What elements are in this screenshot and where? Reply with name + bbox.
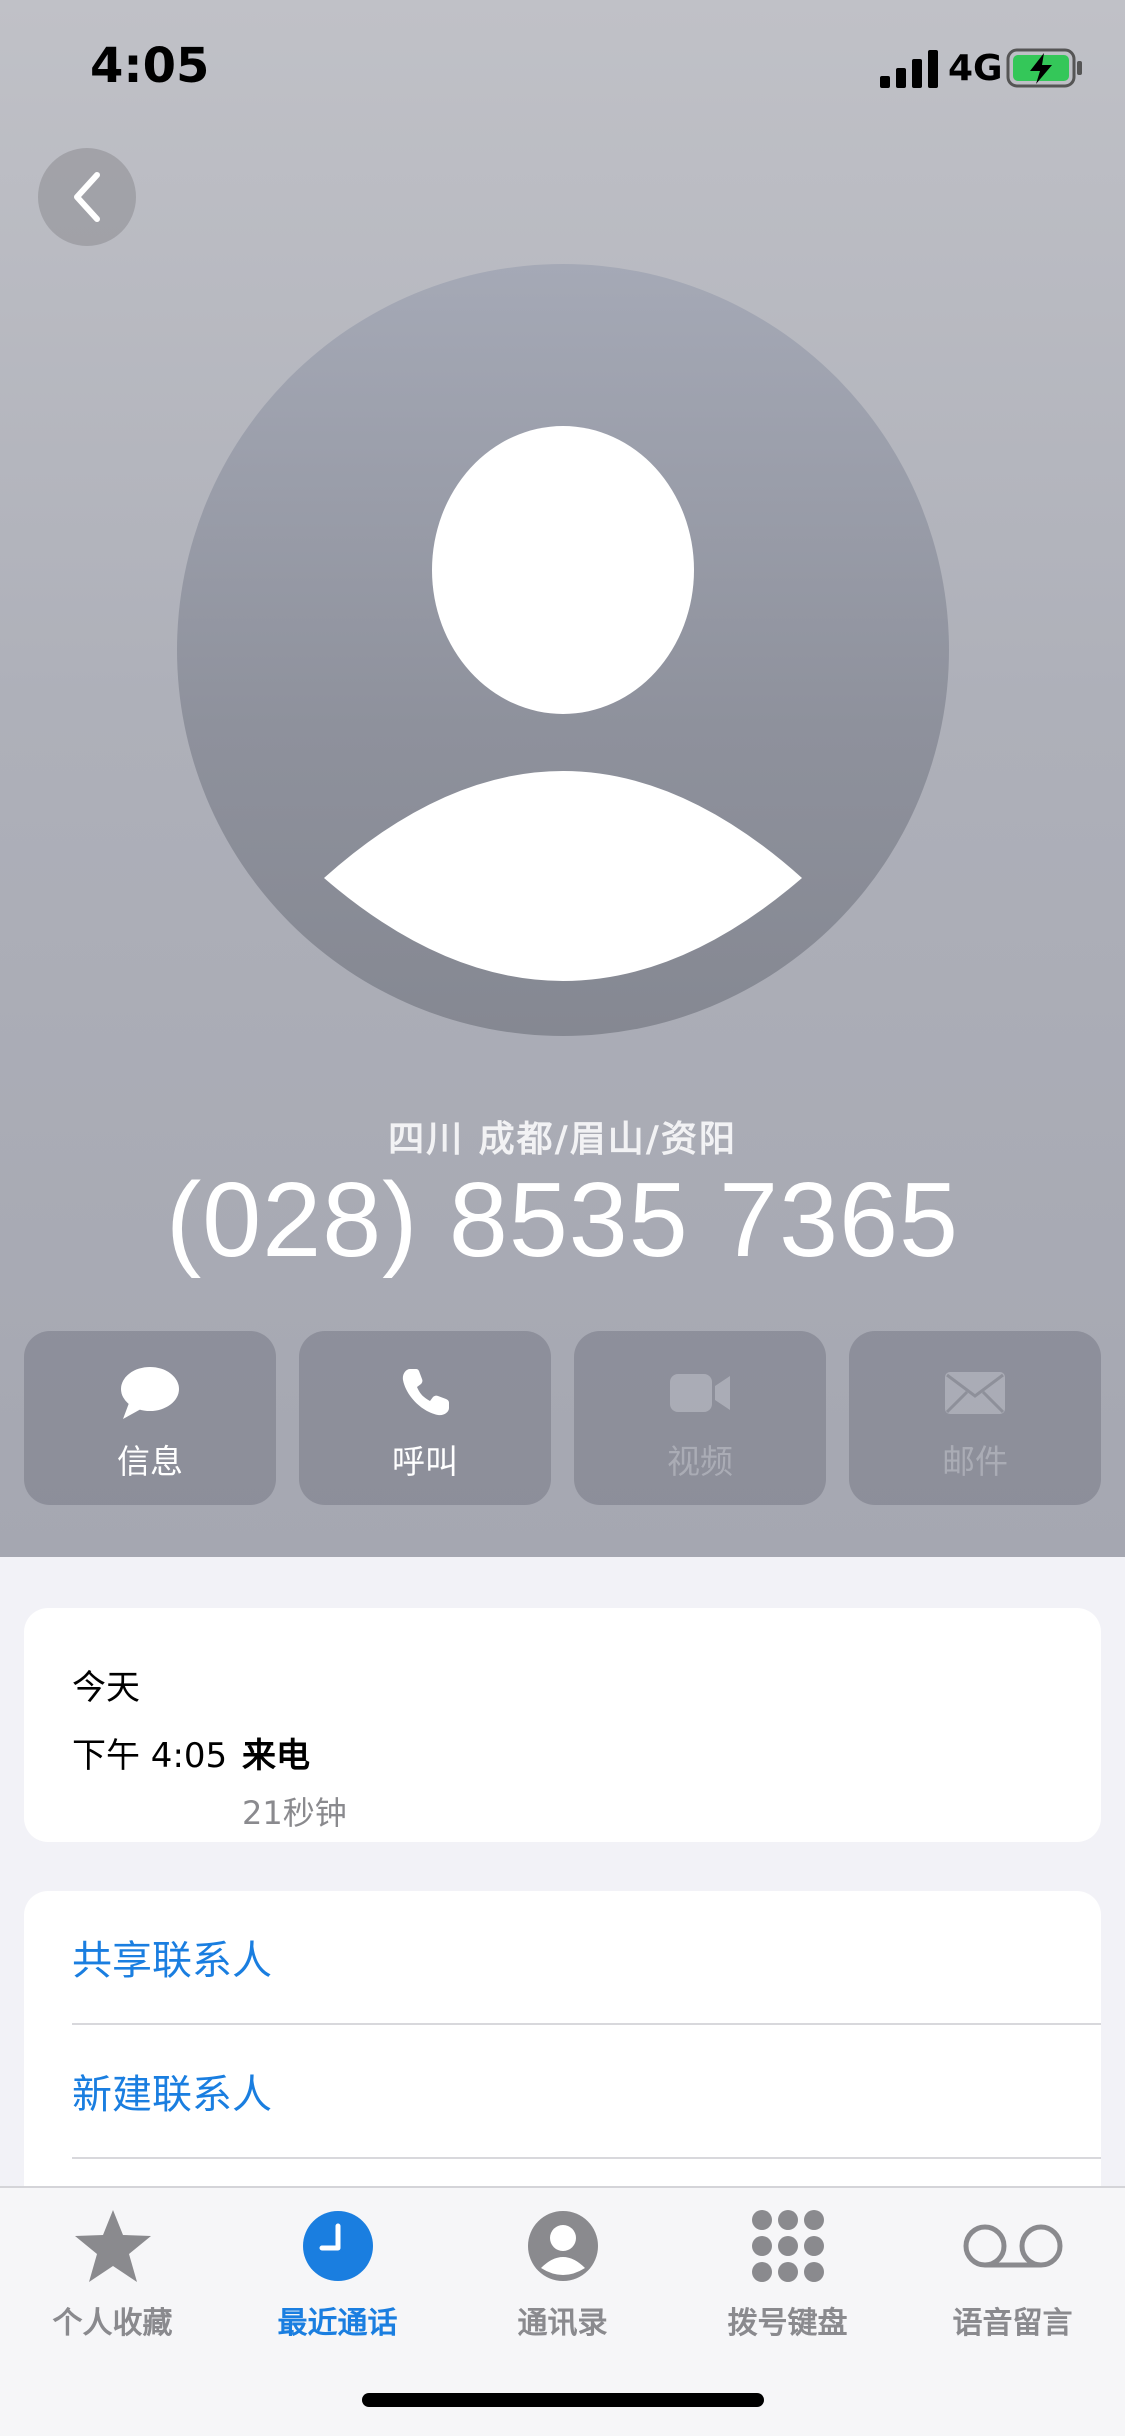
- home-indicator[interactable]: [362, 2393, 764, 2407]
- call-time: 下午 4:05: [72, 1736, 228, 1776]
- phone-icon: [402, 1369, 449, 1416]
- person-circle-icon: [527, 2211, 598, 2281]
- tab-keypad-label: 拨号键盘: [727, 2306, 848, 2341]
- status-time: 4:05: [90, 38, 210, 94]
- video-button[interactable]: 视频: [574, 1331, 826, 1505]
- mail-label: 邮件: [942, 1442, 1008, 1481]
- list-divider: [72, 2157, 1101, 2159]
- call-button[interactable]: 呼叫: [299, 1331, 551, 1505]
- message-label: 信息: [117, 1442, 183, 1481]
- signal-bars-icon: [880, 50, 938, 88]
- video-label: 视频: [667, 1442, 733, 1481]
- video-camera-icon: [670, 1374, 730, 1412]
- voicemail-icon: [963, 2224, 1062, 2268]
- contact-header: 4:05 4G 四川 成都/眉山/资阳 (028) 8535 7365 信息 呼…: [0, 0, 1125, 1557]
- tab-recents-label: 最近通话: [277, 2306, 398, 2341]
- tab-favorites[interactable]: 个人收藏: [0, 2208, 225, 2348]
- share-contact-button[interactable]: 共享联系人: [72, 1891, 1101, 2023]
- location-label: 四川 成都/眉山/资阳: [388, 1119, 737, 1160]
- tab-contacts[interactable]: 通讯录: [450, 2208, 675, 2348]
- status-bar: 4:05 4G: [0, 0, 1125, 140]
- call-label: 呼叫: [392, 1442, 458, 1481]
- tab-voicemail-label: 语音留言: [952, 2306, 1073, 2341]
- phone-number: (028) 8535 7365: [166, 1161, 959, 1279]
- star-icon: [74, 2210, 151, 2282]
- action-buttons: 信息 呼叫 视频 邮件: [24, 1331, 1101, 1505]
- tab-keypad[interactable]: 拨号键盘: [675, 2208, 900, 2348]
- new-contact-button[interactable]: 新建联系人: [72, 2025, 1101, 2157]
- tab-favorites-label: 个人收藏: [52, 2306, 173, 2341]
- back-button[interactable]: [38, 148, 136, 246]
- call-type: 来电: [242, 1736, 310, 1776]
- person-silhouette-icon: [324, 426, 802, 981]
- keypad-icon: [751, 2210, 824, 2282]
- envelope-icon: [945, 1372, 1005, 1414]
- call-day: 今天: [72, 1668, 140, 1708]
- call-history-card: 今天 下午 4:05 来电 21秒钟: [24, 1608, 1101, 1842]
- network-label: 4G: [948, 48, 1003, 89]
- tab-recents[interactable]: 最近通话: [225, 2208, 450, 2348]
- battery-charging-icon: [1006, 48, 1082, 88]
- message-button[interactable]: 信息: [24, 1331, 276, 1505]
- chevron-left-icon: [74, 172, 100, 222]
- clock-icon: [302, 2211, 373, 2281]
- mail-button[interactable]: 邮件: [849, 1331, 1101, 1505]
- message-bubble-icon: [121, 1367, 179, 1419]
- avatar: [177, 264, 949, 1036]
- tab-voicemail[interactable]: 语音留言: [900, 2208, 1125, 2348]
- tab-contacts-label: 通讯录: [517, 2306, 608, 2341]
- call-duration: 21秒钟: [242, 1794, 347, 1832]
